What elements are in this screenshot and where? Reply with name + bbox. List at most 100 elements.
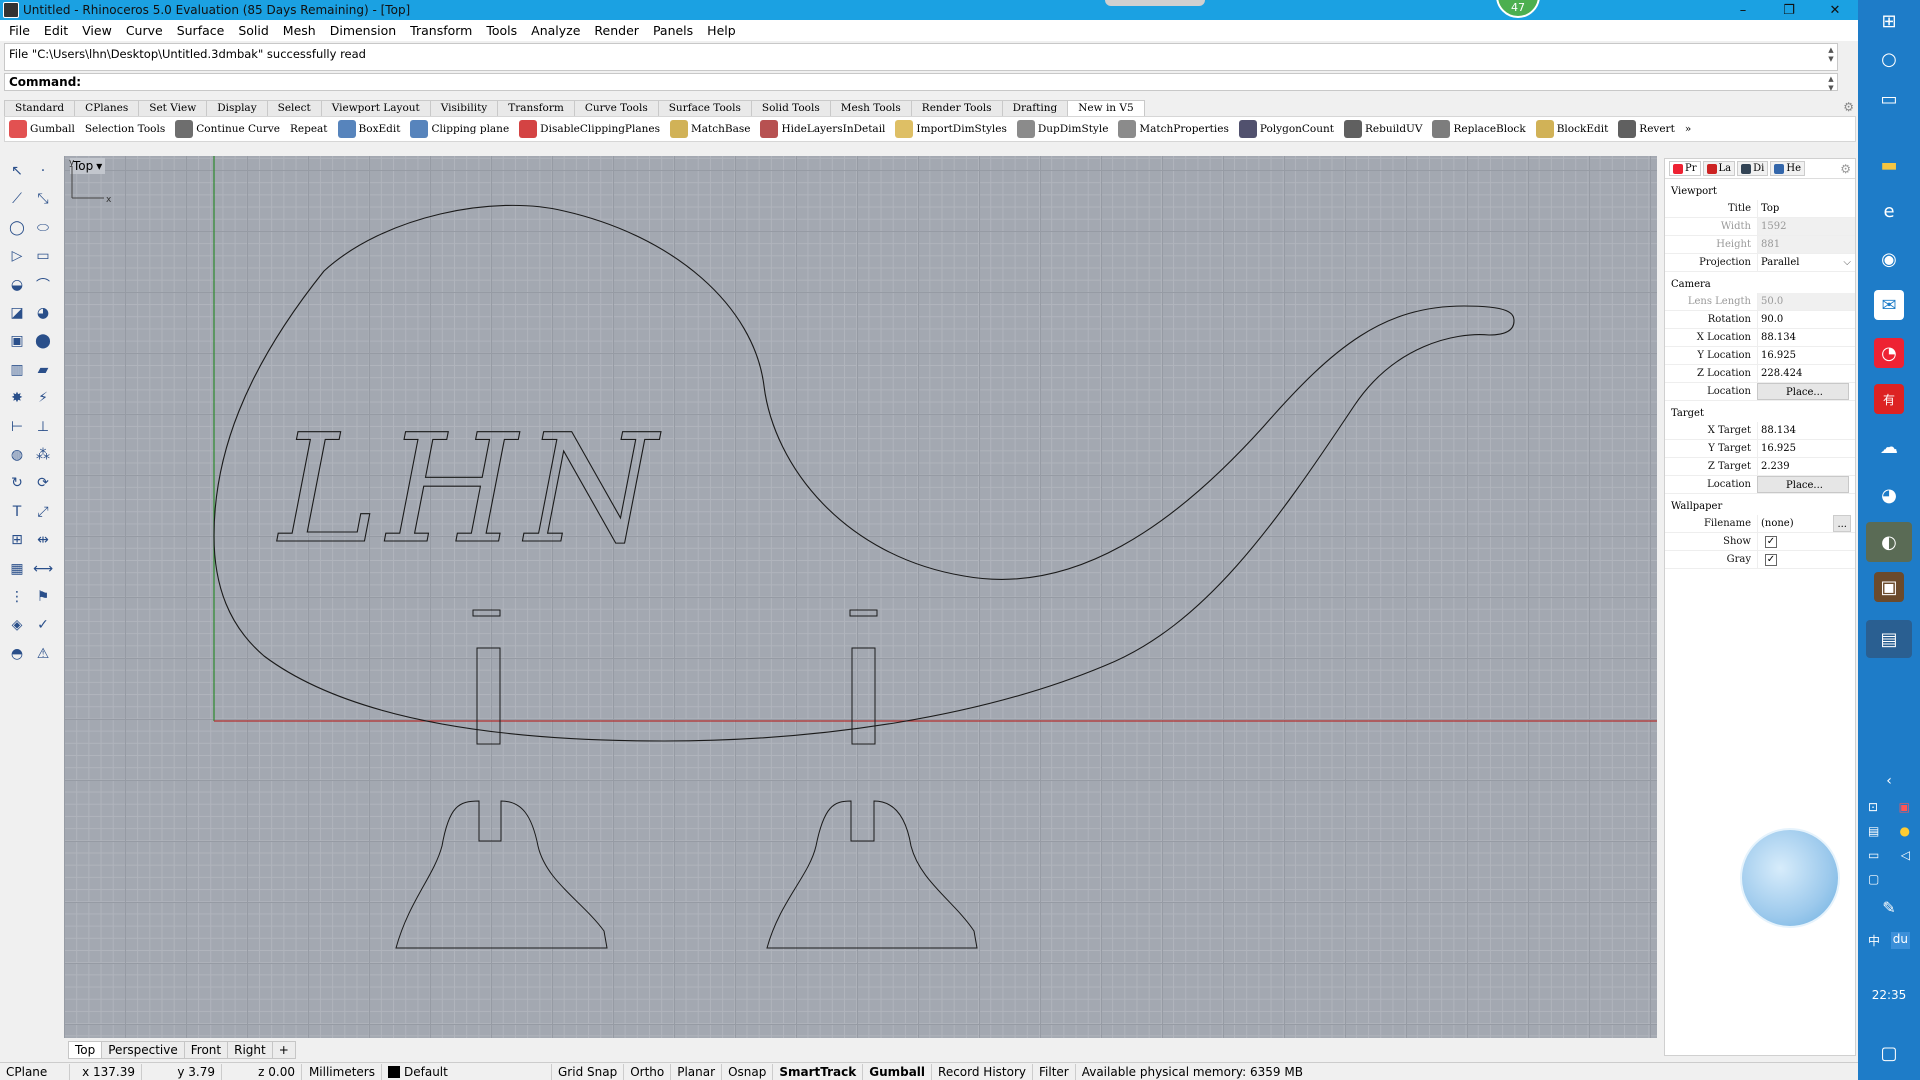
chevron-down-icon[interactable]: ⌵ bbox=[1843, 254, 1851, 271]
grid-array-icon[interactable]: ⋮ bbox=[6, 586, 28, 608]
menu-transform[interactable]: Transform bbox=[403, 23, 479, 38]
item-button[interactable]: » bbox=[1685, 123, 1691, 135]
box-icon[interactable]: ▣ bbox=[6, 330, 28, 352]
menu-edit[interactable]: Edit bbox=[37, 23, 75, 38]
status-units[interactable]: Millimeters bbox=[302, 1063, 382, 1080]
panel-gear-icon[interactable]: ⚙ bbox=[1840, 162, 1851, 176]
matchproperties-button[interactable]: MatchProperties bbox=[1118, 120, 1229, 138]
action-center-icon[interactable]: ▢ bbox=[1874, 1038, 1904, 1068]
viewport-tab-top[interactable]: Top bbox=[68, 1041, 103, 1059]
mirror-icon[interactable]: ⇹ bbox=[32, 529, 54, 551]
menu-dimension[interactable]: Dimension bbox=[323, 23, 403, 38]
dimension-icon[interactable]: ⟷ bbox=[32, 558, 54, 580]
app-active-icon[interactable]: ▤ bbox=[1866, 620, 1912, 658]
command-scroll[interactable]: ▲ ▼ bbox=[1826, 75, 1836, 93]
menu-surface[interactable]: Surface bbox=[170, 23, 232, 38]
menu-file[interactable]: File bbox=[2, 23, 37, 38]
toolbar-tab-drafting[interactable]: Drafting bbox=[1001, 100, 1069, 116]
target-location-button[interactable]: Place... bbox=[1757, 476, 1849, 493]
replaceblock-button[interactable]: ReplaceBlock bbox=[1432, 120, 1526, 138]
add-viewport-tab[interactable]: + bbox=[271, 1041, 296, 1059]
panel-tab-pr[interactable]: Pr bbox=[1669, 161, 1701, 176]
toolbar-tab-display[interactable]: Display bbox=[206, 100, 268, 116]
command-line[interactable]: Command: ▲ ▼ bbox=[4, 73, 1838, 93]
wallpaper-gray-checkbox[interactable]: ✓ bbox=[1765, 553, 1777, 566]
solid-edit-icon[interactable]: ▦ bbox=[6, 558, 28, 580]
history-scrollbar[interactable]: ▲ ▼ bbox=[1826, 46, 1836, 64]
status-planar[interactable]: Planar bbox=[671, 1063, 723, 1080]
boolean-union-icon[interactable]: ⬤ bbox=[32, 330, 54, 352]
rebuilduv-button[interactable]: RebuildUV bbox=[1344, 120, 1422, 138]
toolbar-tab-transform[interactable]: Transform bbox=[497, 100, 575, 116]
analyze-icon[interactable]: ◈ bbox=[6, 614, 28, 636]
command-history[interactable]: File "C:\Users\lhn\Desktop\Untitled.3dmb… bbox=[4, 43, 1838, 71]
toolbar-tab-select[interactable]: Select bbox=[266, 100, 322, 116]
text-icon[interactable]: T bbox=[6, 501, 28, 523]
wallpaper-browse-button[interactable]: ... bbox=[1833, 515, 1851, 532]
revert-button[interactable]: Revert bbox=[1618, 120, 1675, 138]
menu-panels[interactable]: Panels bbox=[646, 23, 700, 38]
toolbar-tab-viewport-layout[interactable]: Viewport Layout bbox=[320, 100, 431, 116]
tray-yellow-icon[interactable]: ● bbox=[1900, 824, 1910, 838]
target-x-target-value[interactable]: 88.134 bbox=[1757, 422, 1855, 439]
status-gumball[interactable]: Gumball bbox=[863, 1063, 933, 1080]
top-viewport[interactable]: LHN Top ▾ y x bbox=[64, 156, 1657, 1038]
toolbar-tab-set-view[interactable]: Set View bbox=[138, 100, 208, 116]
maximize-button[interactable]: ❐ bbox=[1766, 0, 1812, 20]
status-grid-snap[interactable]: Grid Snap bbox=[552, 1063, 625, 1080]
target-y-target-value[interactable]: 16.925 bbox=[1757, 440, 1855, 457]
group-icon[interactable]: ⁂ bbox=[32, 444, 54, 466]
app-bird-icon[interactable]: ◕ bbox=[1874, 480, 1904, 510]
explode-icon[interactable]: ✸ bbox=[6, 387, 28, 409]
camera-y-location-value[interactable]: 16.925 bbox=[1757, 347, 1855, 364]
tray-expand-icon[interactable]: ‹ bbox=[1874, 766, 1904, 796]
menu-solid[interactable]: Solid bbox=[231, 23, 275, 38]
check-icon[interactable]: ✓ bbox=[32, 614, 54, 636]
panel-tab-la[interactable]: La bbox=[1702, 161, 1736, 176]
extract-icon[interactable]: ◍ bbox=[6, 444, 28, 466]
camera-location-button[interactable]: Place... bbox=[1757, 383, 1849, 400]
menu-analyze[interactable]: Analyze bbox=[524, 23, 587, 38]
baidu-ime-icon[interactable]: du bbox=[1890, 932, 1910, 949]
close-button[interactable]: ✕ bbox=[1812, 0, 1858, 20]
panel-tab-he[interactable]: He bbox=[1770, 161, 1805, 176]
camera-rotation-value[interactable]: 90.0 bbox=[1757, 311, 1855, 328]
toolbar-tab-curve-tools[interactable]: Curve Tools bbox=[573, 100, 659, 116]
taskbar-clock[interactable]: 22:35 bbox=[1858, 988, 1920, 1002]
disableclippingplanes-button[interactable]: DisableClippingPlanes bbox=[519, 120, 660, 138]
status-record-history[interactable]: Record History bbox=[932, 1063, 1033, 1080]
ellipse-icon[interactable]: ⬭ bbox=[32, 217, 54, 239]
surface-revolve-icon[interactable]: ◕ bbox=[32, 302, 54, 324]
viewport-tab-front[interactable]: Front bbox=[183, 1041, 229, 1059]
mail-icon[interactable]: ✉ bbox=[1874, 290, 1904, 320]
render-icon[interactable]: ◓ bbox=[6, 643, 28, 665]
tray-volume-icon[interactable]: ◁ bbox=[1901, 848, 1910, 862]
pen-icon[interactable]: ✎ bbox=[1874, 892, 1904, 922]
point-icon[interactable]: · bbox=[32, 160, 54, 182]
file-explorer-icon[interactable]: ▬ bbox=[1874, 150, 1904, 180]
toolbar-tab-cplanes[interactable]: CPlanes bbox=[74, 100, 140, 116]
rectangle-icon[interactable]: ▭ bbox=[32, 245, 54, 267]
surface-loft-icon[interactable]: ▰ bbox=[32, 359, 54, 381]
baidu-netdisk-icon[interactable]: ☁ bbox=[1874, 432, 1904, 462]
rhino-taskbar-icon[interactable]: ◐ bbox=[1866, 522, 1912, 562]
toolbar-tab-render-tools[interactable]: Render Tools bbox=[910, 100, 1003, 116]
toolbar-tab-solid-tools[interactable]: Solid Tools bbox=[750, 100, 831, 116]
status-cplane[interactable]: CPlane bbox=[0, 1063, 70, 1080]
surface-corner-icon[interactable]: ◪ bbox=[6, 302, 28, 324]
repeat-button[interactable]: Repeat bbox=[290, 123, 328, 135]
floating-assistant-ball[interactable] bbox=[1740, 828, 1840, 928]
cylinder-icon[interactable]: ▥ bbox=[6, 359, 28, 381]
array-icon[interactable]: ⊞ bbox=[6, 529, 28, 551]
cortana-icon[interactable]: ○ bbox=[1874, 44, 1904, 74]
dupdimstyle-button[interactable]: DupDimStyle bbox=[1016, 120, 1108, 138]
camera-x-location-value[interactable]: 88.134 bbox=[1757, 329, 1855, 346]
toolbar-tab-new-in-v5[interactable]: New in V5 bbox=[1067, 100, 1145, 116]
toolbar-tab-mesh-tools[interactable]: Mesh Tools bbox=[829, 100, 912, 116]
toolbar-tab-surface-tools[interactable]: Surface Tools bbox=[657, 100, 752, 116]
ime-indicator[interactable]: 中 bbox=[1868, 932, 1880, 949]
circle-icon[interactable]: ◯ bbox=[6, 217, 28, 239]
app-brown-icon[interactable]: ▣ bbox=[1874, 572, 1904, 602]
continue-curve-button[interactable]: Continue Curve bbox=[175, 120, 280, 138]
target-z-target-value[interactable]: 2.239 bbox=[1757, 458, 1855, 475]
